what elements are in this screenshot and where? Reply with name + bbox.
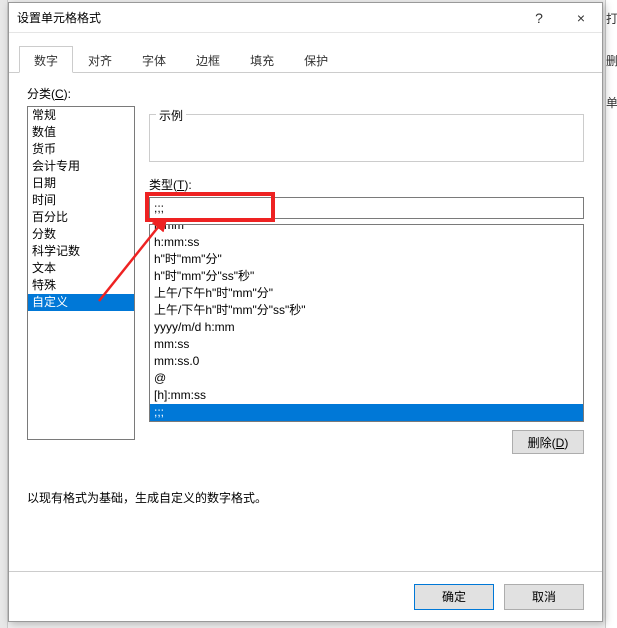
bg-text: 打 (606, 10, 617, 28)
category-item[interactable]: 百分比 (28, 209, 134, 226)
format-item[interactable]: [h]:mm:ss (150, 387, 583, 404)
titlebar: 设置单元格格式 ? × (9, 3, 602, 33)
format-item[interactable]: 上午/下午h"时"mm"分" (150, 285, 583, 302)
bg-text: 删 (606, 52, 617, 70)
format-item[interactable]: yyyy/m/d h:mm (150, 319, 583, 336)
category-item[interactable]: 自定义 (28, 294, 134, 311)
format-item[interactable]: h"时"mm"分"ss"秒" (150, 268, 583, 285)
category-item[interactable]: 常规 (28, 107, 134, 124)
category-item[interactable]: 会计专用 (28, 158, 134, 175)
category-item[interactable]: 时间 (28, 192, 134, 209)
format-item[interactable]: mm:ss.0 (150, 353, 583, 370)
tabbar: 数字 对齐 字体 边框 填充 保护 (9, 45, 602, 73)
format-item[interactable]: h:mm (150, 224, 583, 234)
category-item[interactable]: 特殊 (28, 277, 134, 294)
category-item[interactable]: 货币 (28, 141, 134, 158)
type-input[interactable] (149, 197, 584, 219)
category-list[interactable]: 常规 数值 货币 会计专用 日期 时间 百分比 分数 科学记数 文本 特殊 自定… (27, 106, 135, 440)
help-button[interactable]: ? (518, 3, 560, 33)
format-item[interactable]: h"时"mm"分" (150, 251, 583, 268)
format-item[interactable]: ;;; (150, 404, 583, 421)
category-label: 分类(C): (27, 85, 584, 102)
right-panel: 示例 类型(T): h:mm h:mm:ss h"时"mm"分" h"时"mm"… (149, 106, 584, 461)
hint-text: 以现有格式为基础，生成自定义的数字格式。 (27, 489, 584, 506)
category-item[interactable]: 科学记数 (28, 243, 134, 260)
format-cells-dialog: 设置单元格格式 ? × 数字 对齐 字体 边框 填充 保护 分类(C): 常规 … (8, 2, 603, 622)
content-area: 分类(C): 常规 数值 货币 会计专用 日期 时间 百分比 分数 科学记数 文… (9, 73, 602, 571)
tab-number[interactable]: 数字 (19, 46, 73, 73)
category-item[interactable]: 分数 (28, 226, 134, 243)
tab-border[interactable]: 边框 (181, 46, 235, 73)
tab-alignment[interactable]: 对齐 (73, 46, 127, 73)
sample-group: 示例 (149, 114, 584, 162)
format-item[interactable]: 上午/下午h"时"mm"分"ss"秒" (150, 302, 583, 319)
ok-button[interactable]: 确定 (414, 584, 494, 610)
cancel-button[interactable]: 取消 (504, 584, 584, 610)
dialog-footer: 确定 取消 (9, 571, 602, 621)
close-button[interactable]: × (560, 3, 602, 33)
type-label: 类型(T): (149, 176, 584, 193)
category-item[interactable]: 数值 (28, 124, 134, 141)
sample-label: 示例 (156, 107, 186, 124)
tab-fill[interactable]: 填充 (235, 46, 289, 73)
format-list[interactable]: h:mm h:mm:ss h"时"mm"分" h"时"mm"分"ss"秒" 上午… (149, 224, 584, 422)
format-item[interactable]: @ (150, 370, 583, 387)
category-item[interactable]: 文本 (28, 260, 134, 277)
format-item[interactable]: h:mm:ss (150, 234, 583, 251)
tab-font[interactable]: 字体 (127, 46, 181, 73)
dialog-title: 设置单元格格式 (17, 9, 518, 26)
bg-text: 单 (606, 94, 617, 112)
category-item[interactable]: 日期 (28, 175, 134, 192)
tab-protection[interactable]: 保护 (289, 46, 343, 73)
format-item[interactable]: mm:ss (150, 336, 583, 353)
delete-button[interactable]: 删除(D) (512, 430, 584, 454)
